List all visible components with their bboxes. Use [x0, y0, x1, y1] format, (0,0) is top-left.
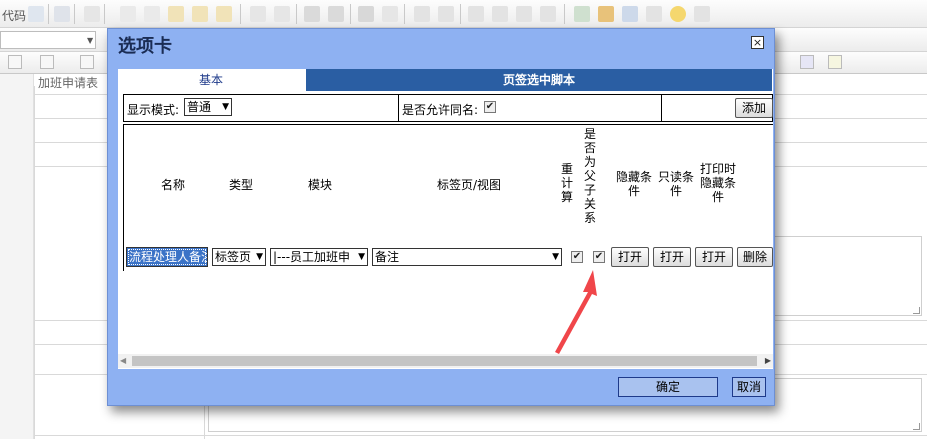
- dialog-content: 基本 页签选中脚本 显示模式: 普通 ▼ 是否允许同名: ✔ 添加 名称 类型 …: [118, 69, 773, 369]
- numbered-list-icon[interactable]: [414, 6, 430, 22]
- tab-basic[interactable]: 基本: [118, 69, 304, 91]
- tab-type-value: 标签页: [215, 250, 252, 264]
- paste-word-icon[interactable]: [216, 6, 232, 22]
- close-icon[interactable]: ×: [751, 36, 764, 49]
- display-mode-value: 普通: [187, 100, 212, 114]
- remove-format-icon[interactable]: [382, 6, 398, 22]
- horizontal-rule-icon[interactable]: [646, 6, 662, 22]
- chevron-down-icon: ▼: [357, 249, 365, 265]
- cancel-button[interactable]: 取消: [732, 377, 766, 397]
- print-icon[interactable]: [84, 6, 100, 22]
- tab-options-dialog: 选项卡 × 基本 页签选中脚本 显示模式: 普通 ▼ 是否允许同名: ✔ 添加 …: [107, 28, 775, 406]
- tab-view-select[interactable]: 备注 ▼: [372, 248, 562, 266]
- chevron-down-icon: ▼: [255, 249, 263, 265]
- toolbar-separator: [48, 4, 49, 24]
- parent-child-checkbox[interactable]: ✔: [593, 251, 605, 263]
- chevron-down-icon: ▼: [552, 252, 559, 262]
- image-icon[interactable]: [574, 6, 590, 22]
- open-print-hide-condition-button[interactable]: 打开: [695, 247, 733, 267]
- cut-icon[interactable]: [120, 6, 136, 22]
- select-all-icon[interactable]: [358, 6, 374, 22]
- column-header-type: 类型: [228, 178, 253, 192]
- column-header-hide-condition: 隐藏条 件: [615, 170, 652, 198]
- format-select[interactable]: ▼: [0, 31, 96, 49]
- delete-row-button[interactable]: 删除: [737, 247, 773, 267]
- column-header-parent-child: 是 否 为 父 子 关 系: [583, 127, 596, 225]
- dialog-title: 选项卡: [118, 36, 172, 57]
- ok-button[interactable]: 确定: [618, 377, 718, 397]
- preview-icon[interactable]: [54, 6, 70, 22]
- smiley-icon[interactable]: [670, 6, 686, 22]
- toolbar-separator: [460, 4, 461, 24]
- blockquote-icon[interactable]: [516, 6, 532, 22]
- column-header-recalc: 重 计 算: [560, 162, 573, 204]
- tab-name-input[interactable]: 流程处理人备注: [126, 247, 208, 267]
- module-value: |---员工加班申: [273, 250, 351, 264]
- horizontal-scrollbar[interactable]: ◀ ▶: [118, 354, 773, 368]
- open-readonly-condition-button[interactable]: 打开: [653, 247, 691, 267]
- tab-list-table: 名称 类型 模块 标签页/视图 重 计 算 是 否 为 父 子 关 系 隐藏条 …: [123, 124, 773, 271]
- toolbar-separator: [564, 4, 565, 24]
- display-mode-select[interactable]: 普通 ▼: [184, 98, 232, 116]
- textarea-icon[interactable]: [40, 55, 54, 69]
- text-color-icon[interactable]: [800, 55, 814, 69]
- bulleted-list-icon[interactable]: [438, 6, 454, 22]
- table-border: [34, 86, 35, 439]
- source-code-label[interactable]: 代码: [2, 7, 26, 24]
- column-header-module: 模块: [307, 178, 332, 192]
- scrollbar-thumb[interactable]: [132, 356, 757, 366]
- text-field-icon[interactable]: [8, 55, 22, 69]
- cell-divider: [661, 95, 662, 121]
- chevron-down-icon: ▼: [222, 102, 229, 112]
- editor-toolbar-main: 代码: [0, 0, 927, 28]
- table-icon[interactable]: [622, 6, 638, 22]
- column-header-tab-view: 标签页/视图: [436, 178, 502, 192]
- find-icon[interactable]: [304, 6, 320, 22]
- options-row: 显示模式: 普通 ▼ 是否允许同名: ✔ 添加: [123, 94, 773, 122]
- toolbar-separator: [74, 4, 75, 24]
- undo-icon[interactable]: [250, 6, 266, 22]
- recalc-checkbox[interactable]: ✔: [571, 251, 583, 263]
- open-hide-condition-button[interactable]: 打开: [611, 247, 649, 267]
- allow-same-name-checkbox[interactable]: ✔: [484, 101, 496, 113]
- scroll-left-icon[interactable]: ◀: [120, 356, 126, 365]
- toolbar-separator: [404, 4, 405, 24]
- column-header-name: 名称: [160, 178, 185, 192]
- flash-icon[interactable]: [598, 6, 614, 22]
- div-container-icon[interactable]: [540, 6, 556, 22]
- column-header-print-hide-condition: 打印时 隐藏条 件: [699, 162, 736, 204]
- outdent-icon[interactable]: [468, 6, 484, 22]
- allow-same-name-label: 是否允许同名:: [402, 103, 479, 117]
- module-select[interactable]: |---员工加班申 ▼: [270, 248, 368, 266]
- cell-divider: [398, 95, 399, 121]
- scroll-right-icon[interactable]: ▶: [765, 356, 771, 365]
- templates-icon[interactable]: [28, 6, 44, 22]
- toolbar-separator: [296, 4, 297, 24]
- dialog-footer: 确定 取消: [108, 371, 774, 405]
- tab-selected-script[interactable]: 页签选中脚本: [306, 69, 772, 91]
- tab-bar: 基本 页签选中脚本: [118, 69, 773, 91]
- toolbar-separator: [240, 4, 241, 24]
- tab-type-select[interactable]: 标签页 ▼: [212, 248, 266, 266]
- toolbar-separator: [104, 4, 105, 24]
- paste-text-icon[interactable]: [192, 6, 208, 22]
- tab-view-value: 备注: [375, 250, 400, 264]
- redo-icon[interactable]: [274, 6, 290, 22]
- background-color-icon[interactable]: [828, 55, 842, 69]
- indent-icon[interactable]: [492, 6, 508, 22]
- toolbar-separator: [350, 4, 351, 24]
- table-border: [34, 435, 927, 436]
- display-mode-label: 显示模式:: [127, 103, 180, 117]
- paste-icon[interactable]: [168, 6, 184, 22]
- copy-icon[interactable]: [144, 6, 160, 22]
- special-char-icon[interactable]: [694, 6, 710, 22]
- editor-left-margin: [0, 74, 34, 439]
- add-button[interactable]: 添加: [735, 98, 773, 118]
- replace-icon[interactable]: [328, 6, 344, 22]
- column-header-readonly-condition: 只读条 件: [657, 170, 694, 198]
- chevron-down-icon: ▼: [87, 36, 94, 45]
- form-icon[interactable]: [80, 55, 94, 69]
